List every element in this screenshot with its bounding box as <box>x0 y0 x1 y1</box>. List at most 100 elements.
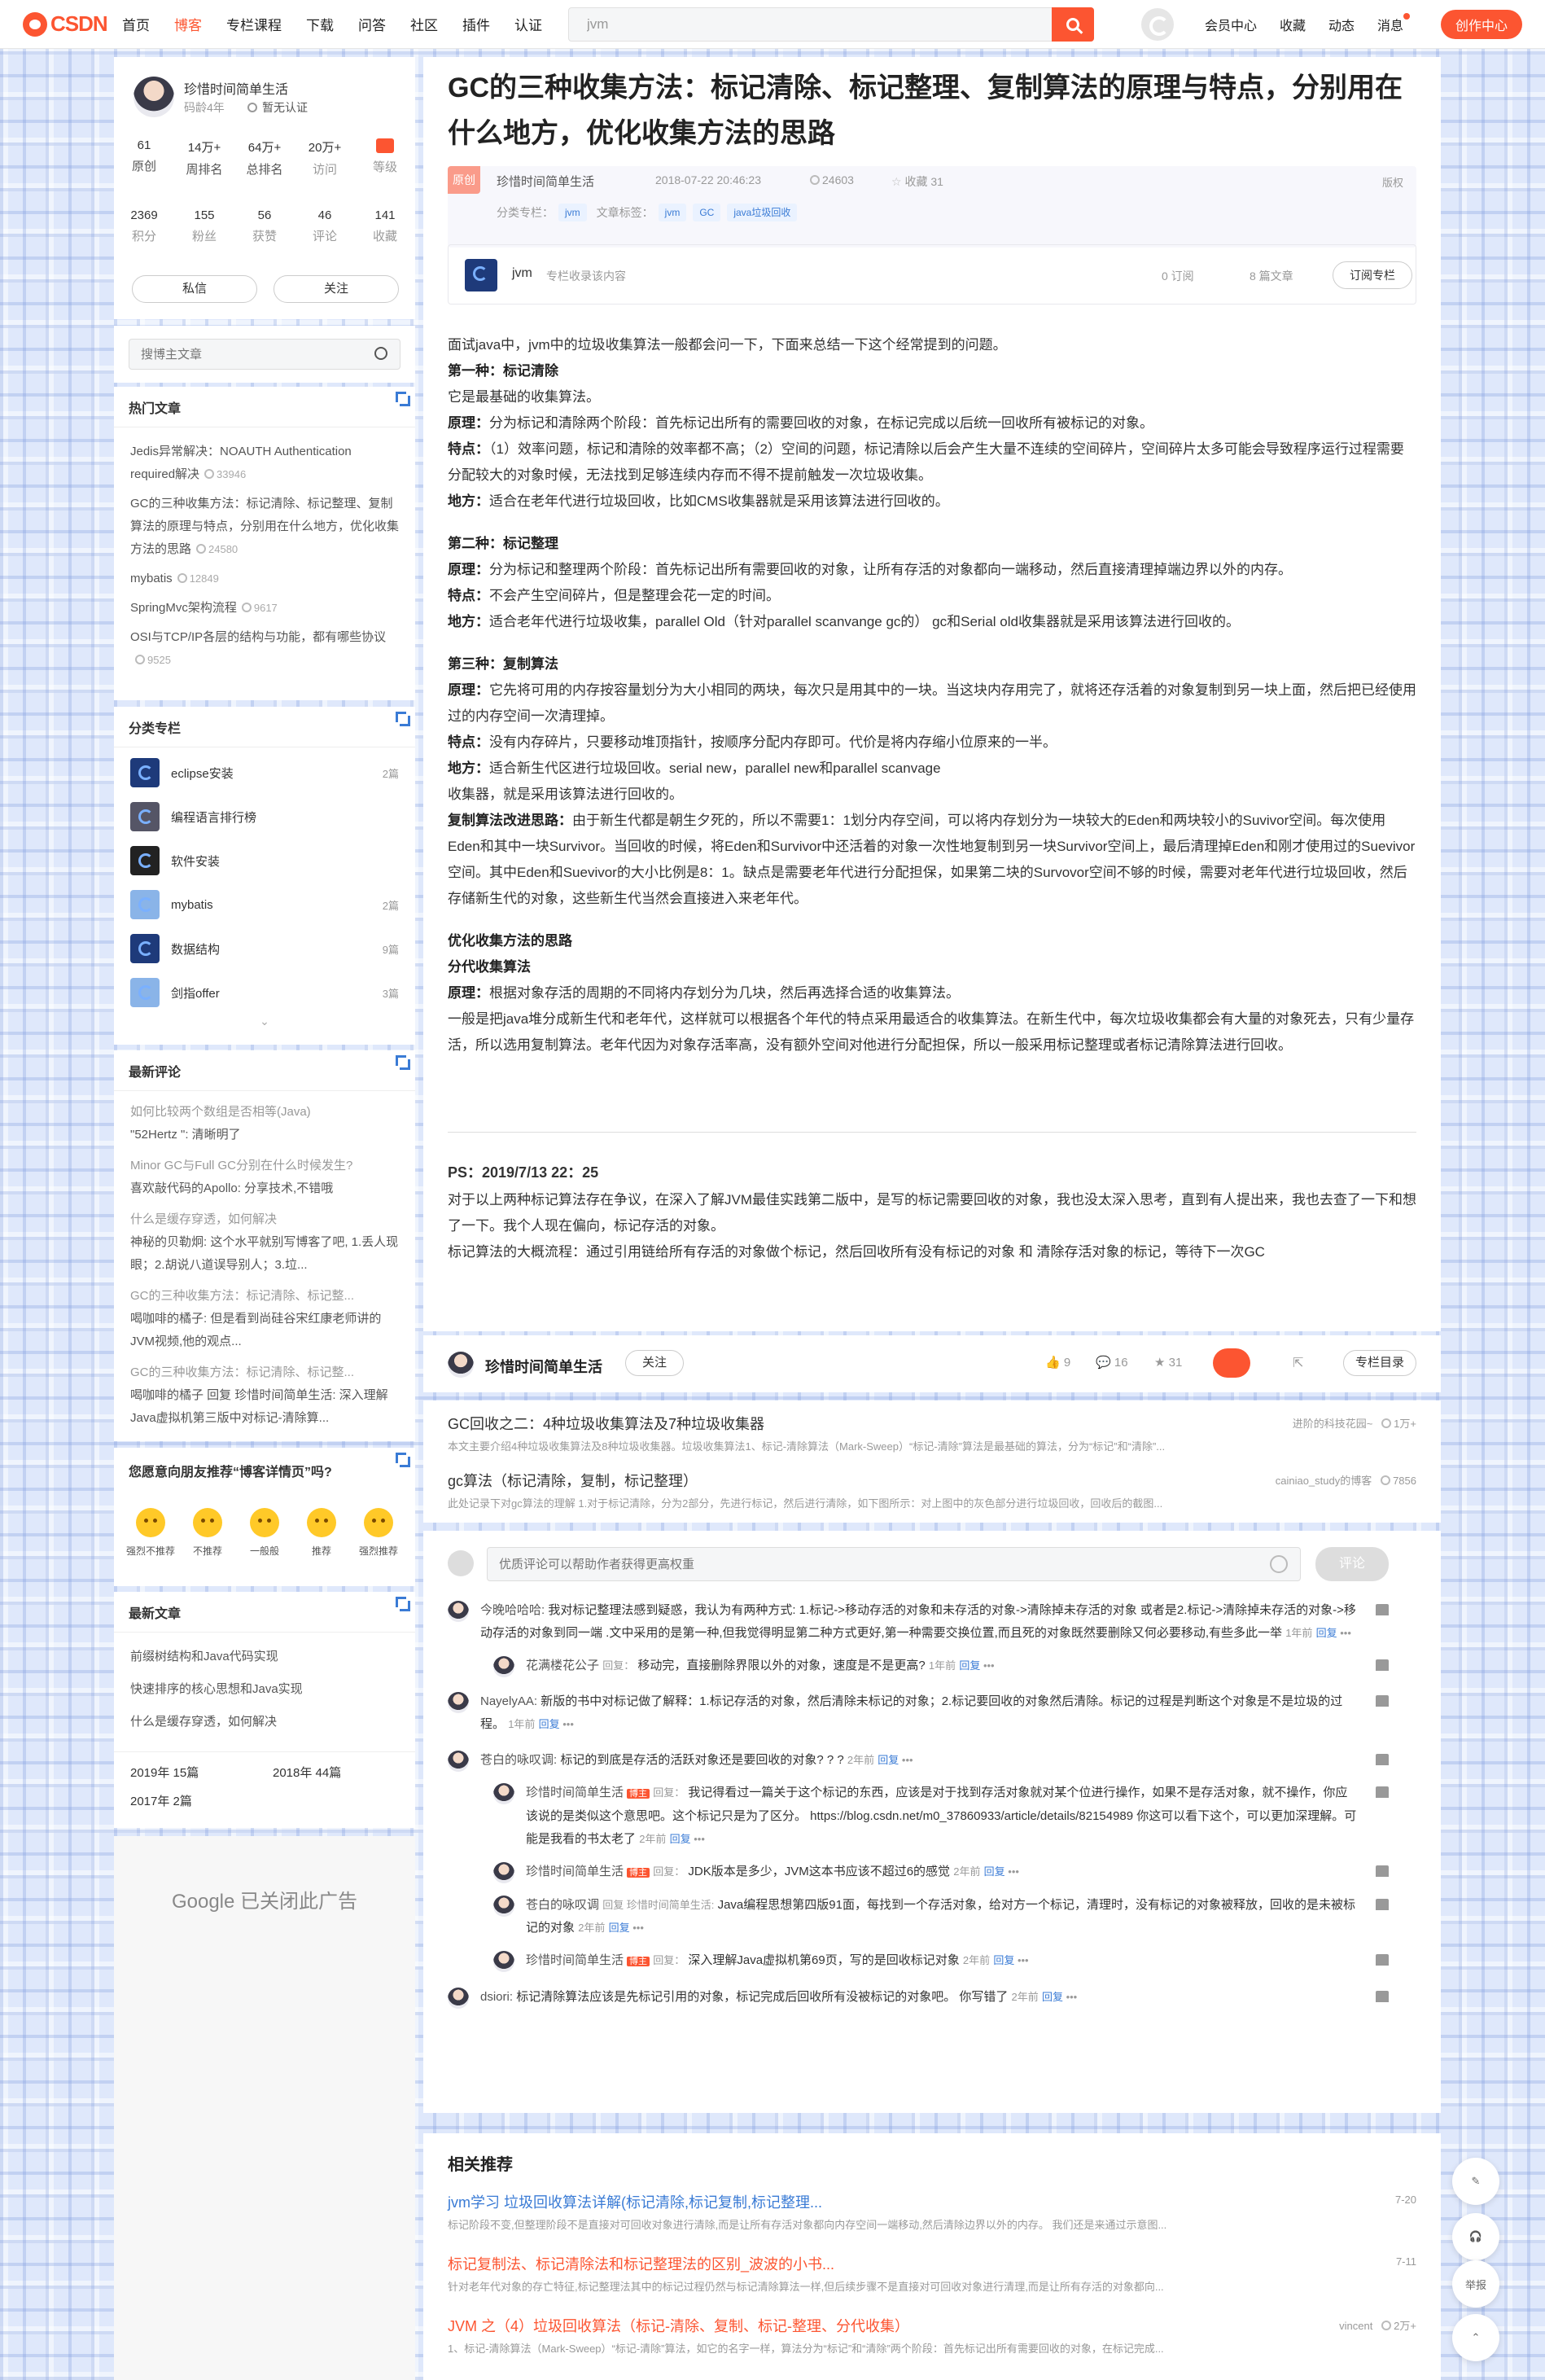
back-to-top-icon[interactable]: ⌃ <box>1452 2314 1499 2361</box>
favorite-count[interactable]: ☆ 收藏 31 <box>891 173 943 190</box>
reply-link[interactable]: 回复 <box>609 1922 630 1934</box>
feedback-neutral[interactable]: 一般般 <box>236 1508 293 1558</box>
stat-originals[interactable]: 61 原创 <box>114 138 174 178</box>
more-icon[interactable]: ••• <box>560 1718 574 1730</box>
category-item[interactable]: 编程语言排行榜 <box>114 795 415 839</box>
latest-article-item[interactable]: 快速排序的核心思想和Java实现 <box>114 1678 415 1701</box>
recent-comment-item[interactable]: 如何比较两个数组是否相等(Java) "52Hertz ": 清晰明了 <box>114 1101 415 1146</box>
latest-article-item[interactable]: 前缀树结构和Java代码实现 <box>114 1646 415 1668</box>
activity-link[interactable]: 动态 <box>1328 15 1355 34</box>
create-center-button[interactable]: 创作中心 <box>1441 10 1522 39</box>
share-icon[interactable]: ⇱ <box>1293 1355 1303 1371</box>
feedback-recommend[interactable]: 推荐 <box>293 1508 350 1558</box>
replier-avatar[interactable] <box>493 1862 514 1883</box>
nav-home[interactable]: 首页 <box>122 14 150 34</box>
replier-name[interactable]: 珍惜时间简单生活 <box>526 1953 624 1967</box>
copyright-link[interactable]: 版权 <box>1382 174 1403 190</box>
thumbs-up-icon[interactable] <box>1376 1954 1389 1966</box>
author-article-search-input[interactable] <box>129 339 400 370</box>
author-name[interactable]: 珍惜时间简单生活 <box>184 78 288 98</box>
reply-link[interactable]: 回复 <box>539 1718 560 1730</box>
nav-courses[interactable]: 专栏课程 <box>226 14 282 34</box>
report-button[interactable]: 举报 <box>1452 2260 1499 2308</box>
recommend-item[interactable]: gc算法（标记清除，复制，标记整理） cainiao_study的博客 7856… <box>423 1469 1441 1514</box>
recent-comment-item[interactable]: GC的三种收集方法：标记清除、标记整... 喝咖啡的橘子 回复 珍惜时间简单生活:… <box>114 1361 415 1430</box>
thumbs-up-icon[interactable] <box>1376 1865 1389 1877</box>
toolbar-follow-button[interactable]: 关注 <box>625 1350 684 1376</box>
search-input[interactable] <box>569 8 1049 41</box>
edit-icon[interactable]: ✎ <box>1452 2158 1499 2205</box>
headset-icon[interactable]: 🎧 <box>1452 2213 1499 2260</box>
article-author[interactable]: 珍惜时间简单生活 <box>497 173 594 190</box>
column-thumbnail[interactable] <box>465 259 497 291</box>
category-item[interactable]: 软件安装 <box>114 839 415 883</box>
thumbs-up-icon[interactable] <box>1376 1695 1389 1707</box>
reply-link[interactable]: 回复 <box>984 1865 1005 1878</box>
archive-2017[interactable]: 2017年 2篇 <box>130 1792 273 1809</box>
submit-comment-button[interactable]: 评论 <box>1315 1547 1389 1581</box>
more-icon[interactable]: ••• <box>980 1659 995 1672</box>
category-tag[interactable]: jvm <box>558 204 587 221</box>
archive-2019[interactable]: 2019年 15篇 <box>130 1764 273 1781</box>
private-message-button[interactable]: 私信 <box>132 275 257 303</box>
commenter-avatar[interactable] <box>448 1692 469 1713</box>
commenter-avatar[interactable] <box>448 1988 469 2009</box>
replier-avatar[interactable] <box>493 1896 514 1917</box>
stat-weekly-rank[interactable]: 14万+ 周排名 <box>174 138 234 178</box>
stat-visits[interactable]: 20万+ 访问 <box>295 138 355 178</box>
recent-comment-item[interactable]: Minor GC与Full GC分别在什么时候发生? 喜欢敲代码的Apollo: … <box>114 1155 415 1200</box>
search-icon[interactable] <box>374 347 387 360</box>
archive-2018[interactable]: 2018年 44篇 <box>273 1764 399 1781</box>
reply-link[interactable]: 回复 <box>993 1954 1014 1966</box>
recent-comment-item[interactable]: GC的三种收集方法：标记清除、标记整... 喝咖啡的橘子: 但是看到尚硅谷宋红康老… <box>114 1285 415 1353</box>
hot-article-item[interactable]: OSI与TCP/IP各层的结构与功能，都有哪些协议9525 <box>114 626 415 672</box>
feedback-strongly-not-recommend[interactable]: 强烈不推荐 <box>122 1508 179 1558</box>
more-icon[interactable]: ••• <box>630 1922 644 1934</box>
thumbs-up-icon[interactable] <box>1376 1604 1389 1615</box>
feedback-strongly-recommend[interactable]: 强烈推荐 <box>350 1508 407 1558</box>
recommend-item[interactable]: GC回收之二：4种垃圾收集算法及7种垃圾收集器 进阶的科技花园~ 1万+ 本文主… <box>423 1412 1441 1457</box>
nav-community[interactable]: 社区 <box>410 14 438 34</box>
thumbs-up-icon[interactable] <box>1376 1786 1389 1798</box>
reply-link[interactable]: 回复 <box>878 1754 899 1766</box>
emoji-icon[interactable] <box>1270 1555 1288 1573</box>
messages-link[interactable]: 消息 <box>1377 13 1411 34</box>
comment-input[interactable] <box>487 1547 1301 1581</box>
commenter-avatar[interactable] <box>448 1751 469 1772</box>
follow-author-button[interactable]: 关注 <box>274 275 399 303</box>
category-item[interactable]: 剑指offer 3篇 <box>114 971 415 1015</box>
category-item[interactable]: mybatis 2篇 <box>114 883 415 927</box>
hot-article-item[interactable]: mybatis 12849 <box>114 568 415 590</box>
column-name[interactable]: jvm <box>512 266 532 281</box>
reply-link[interactable]: 回复 <box>1316 1627 1337 1639</box>
replier-avatar[interactable] <box>493 1783 514 1804</box>
replier-avatar[interactable] <box>493 1656 514 1677</box>
hot-article-item[interactable]: GC的三种收集方法：标记清除、标记整理、复制算法的原理与特点，分别用在什么地方，… <box>114 493 415 561</box>
replier-name[interactable]: 珍惜时间简单生活 <box>526 1865 624 1878</box>
reply-link[interactable]: 回复 <box>670 1833 691 1845</box>
nav-blog[interactable]: 博客 <box>174 14 202 34</box>
replier-name[interactable]: 珍惜时间简单生活 <box>526 1786 624 1799</box>
article-tag[interactable]: GC <box>693 204 721 221</box>
more-icon[interactable]: ••• <box>1063 1991 1078 2003</box>
chevron-down-icon[interactable]: ⌄ <box>114 1015 415 1028</box>
csdn-logo[interactable]: CSDN <box>23 11 112 37</box>
commenter-name[interactable]: dsiori: <box>480 1990 513 2004</box>
feedback-not-recommend[interactable]: 不推荐 <box>179 1508 236 1558</box>
favorites-link[interactable]: 收藏 <box>1280 15 1306 34</box>
comment-button[interactable]: 💬 16 <box>1096 1355 1128 1370</box>
thumbs-up-icon[interactable] <box>1376 1991 1389 2002</box>
nav-qa[interactable]: 问答 <box>358 14 386 34</box>
more-icon[interactable]: ••• <box>1014 1954 1029 1966</box>
csdn-c-icon[interactable] <box>1141 8 1174 41</box>
replier-name[interactable]: 苍白的咏叹调 <box>526 1898 599 1912</box>
more-icon[interactable]: ••• <box>691 1833 705 1845</box>
latest-article-item[interactable]: 什么是缓存穿透，如何解决 <box>114 1711 415 1733</box>
thumbs-up-icon[interactable] <box>1376 1754 1389 1765</box>
subscribe-column-button[interactable]: 订阅专栏 <box>1333 261 1412 289</box>
commenter-name[interactable]: NayelyAA: <box>480 1694 537 1708</box>
search-button[interactable] <box>1052 7 1094 42</box>
commenter-name[interactable]: 今晚哈哈哈: <box>480 1603 545 1617</box>
recent-comment-item[interactable]: 什么是缓存穿透，如何解决 神秘的贝勒炯: 这个水平就别写博客了吧, 1.丢人现眼；… <box>114 1208 415 1277</box>
article-tag[interactable]: jvm <box>658 204 687 221</box>
